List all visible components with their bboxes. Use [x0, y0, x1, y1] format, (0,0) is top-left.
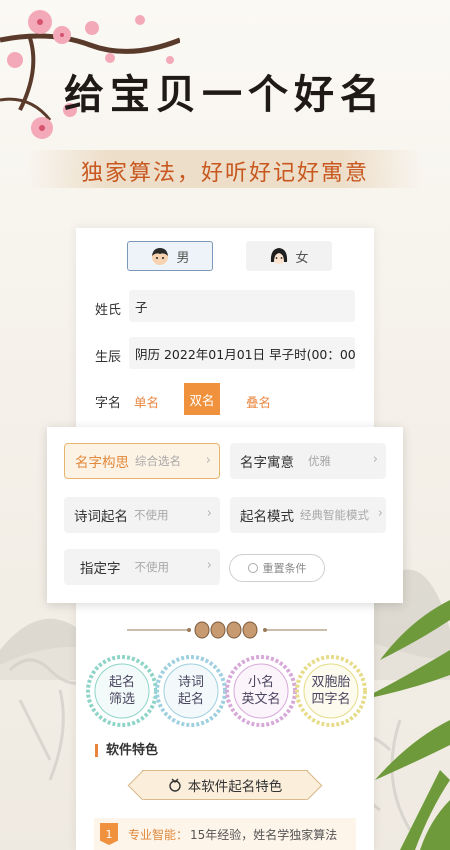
name-meaning-select[interactable]: 名字寓意 优雅 ›: [230, 443, 386, 479]
gender-male-button[interactable]: 男: [127, 241, 213, 271]
feature-number-badge: 1: [100, 823, 118, 845]
feature-item: 1 专业智能： 15年经验，姓名学独家算法: [94, 818, 356, 850]
gender-female-label: 女: [295, 250, 309, 266]
chevron-right-icon: ›: [377, 506, 383, 521]
naming-mode-value: 经典智能模式: [300, 508, 369, 522]
ornament-divider: [127, 621, 327, 639]
badge-name-filter-label: 起名 筛选: [108, 675, 135, 707]
name-meaning-value: 优雅: [308, 454, 331, 468]
surname-label: 姓氏: [95, 303, 122, 318]
poetry-naming-label: 诗词起名: [74, 509, 128, 525]
medal-icon: [169, 778, 181, 792]
name-option-single[interactable]: 单名: [134, 392, 159, 411]
birth-date-field[interactable]: 阴历 2022年01月01日 早子时(00：00-00：: [129, 337, 355, 369]
badge-twins-four-character-label: 双胞胎 四字名: [311, 675, 351, 707]
naming-mode-label: 起名模式: [240, 509, 294, 525]
gender-male-label: 男: [176, 250, 190, 266]
girl-avatar-icon: [271, 248, 288, 264]
badge-poetry-naming-label: 诗词 起名: [177, 675, 204, 707]
name-type-label: 字名: [95, 396, 122, 411]
reset-conditions-button[interactable]: 重置条件: [229, 554, 325, 582]
page-title: 给宝贝一个好名: [64, 71, 386, 118]
badge-poetry-naming[interactable]: 诗词 起名: [155, 655, 227, 727]
page-subtitle: 独家算法，好听好记好寓意: [80, 161, 369, 186]
features-banner-label: 本软件起名特色: [187, 779, 283, 795]
chevron-right-icon: ›: [206, 506, 212, 521]
badge-nickname-english-label: 小名 英文名: [241, 675, 281, 707]
birth-label: 生辰: [95, 350, 122, 365]
software-features-heading: 软件特色: [95, 744, 158, 757]
naming-mode-select[interactable]: 起名模式 经典智能模式 ›: [230, 497, 386, 533]
badge-nickname-english[interactable]: 小名 英文名: [225, 655, 297, 727]
poetry-naming-value: 不使用: [134, 508, 169, 522]
surname-input[interactable]: 子: [129, 290, 355, 322]
feature-text: 15年经验，姓名学独家算法: [190, 827, 338, 842]
fixed-character-value: 不使用: [134, 560, 170, 574]
feature-key: 专业智能：: [128, 827, 189, 842]
badge-name-filter[interactable]: 起名 筛选: [86, 655, 158, 727]
gender-female-button[interactable]: 女: [246, 241, 332, 271]
boy-avatar-icon: [152, 248, 169, 265]
name-option-repeat[interactable]: 叠名: [246, 392, 271, 411]
poetry-naming-select[interactable]: 诗词起名 不使用 ›: [64, 497, 220, 533]
name-option-double[interactable]: 双名: [184, 383, 220, 415]
features-banner: 本软件起名特色: [142, 770, 308, 800]
reset-conditions-label: 重置条件: [262, 562, 307, 575]
name-concept-label: 名字构思: [75, 455, 129, 471]
chevron-right-icon: ›: [206, 558, 212, 573]
name-meaning-label: 名字寓意: [240, 455, 294, 471]
badge-twins-four-character[interactable]: 双胞胎 四字名: [295, 655, 367, 727]
name-concept-select[interactable]: 名字构思 综合选名 ›: [64, 443, 220, 479]
radio-circle-icon: [247, 563, 258, 573]
chevron-right-icon: ›: [205, 453, 211, 468]
fixed-character-label: 指定字: [80, 561, 121, 577]
chevron-right-icon: ›: [372, 452, 378, 467]
name-concept-value: 综合选名: [135, 454, 181, 468]
fixed-character-select[interactable]: 指定字 不使用 ›: [64, 549, 220, 585]
